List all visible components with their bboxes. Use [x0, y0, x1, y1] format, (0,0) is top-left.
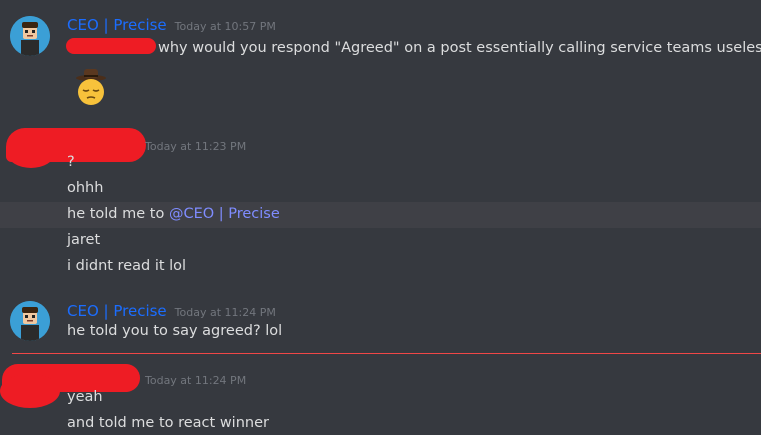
- message-text: he told you to say agreed? lol: [67, 323, 283, 339]
- timestamp[interactable]: Today at 10:57 PM: [175, 20, 276, 33]
- new-messages-divider: [12, 353, 761, 354]
- redacted-avatar: [8, 140, 54, 168]
- avatar[interactable]: [10, 301, 50, 341]
- message-header: CEO | Precise Today at 10:57 PM: [67, 15, 276, 34]
- timestamp[interactable]: Today at 11:24 PM: [145, 374, 246, 387]
- redacted-avatar: [0, 374, 60, 408]
- message-line: yeah: [67, 389, 103, 405]
- pensive-cowboy-emoji[interactable]: [70, 64, 112, 106]
- redacted-mention: [66, 38, 156, 54]
- message-header: Today at 11:24 PM: [137, 369, 246, 388]
- message-line: jaret: [67, 232, 101, 248]
- message-line-with-mention: he told me to @CEO | Precise: [67, 206, 280, 222]
- timestamp[interactable]: Today at 11:23 PM: [145, 140, 246, 153]
- user-mention[interactable]: @CEO | Precise: [169, 206, 280, 222]
- message-header: Today at 11:23 PM: [137, 135, 246, 154]
- message-line: and told me to react winner: [67, 415, 269, 431]
- message-line: i didnt read it lol: [67, 258, 187, 274]
- username[interactable]: CEO | Precise: [67, 16, 167, 34]
- message-line: ohhh: [67, 180, 104, 196]
- message-line: ?: [67, 154, 75, 170]
- message-header: CEO | Precise Today at 11:24 PM: [67, 301, 276, 320]
- timestamp[interactable]: Today at 11:24 PM: [175, 306, 276, 319]
- username[interactable]: CEO | Precise: [67, 302, 167, 320]
- message-text: why would you respond "Agreed" on a post…: [158, 40, 761, 56]
- avatar[interactable]: [10, 16, 50, 56]
